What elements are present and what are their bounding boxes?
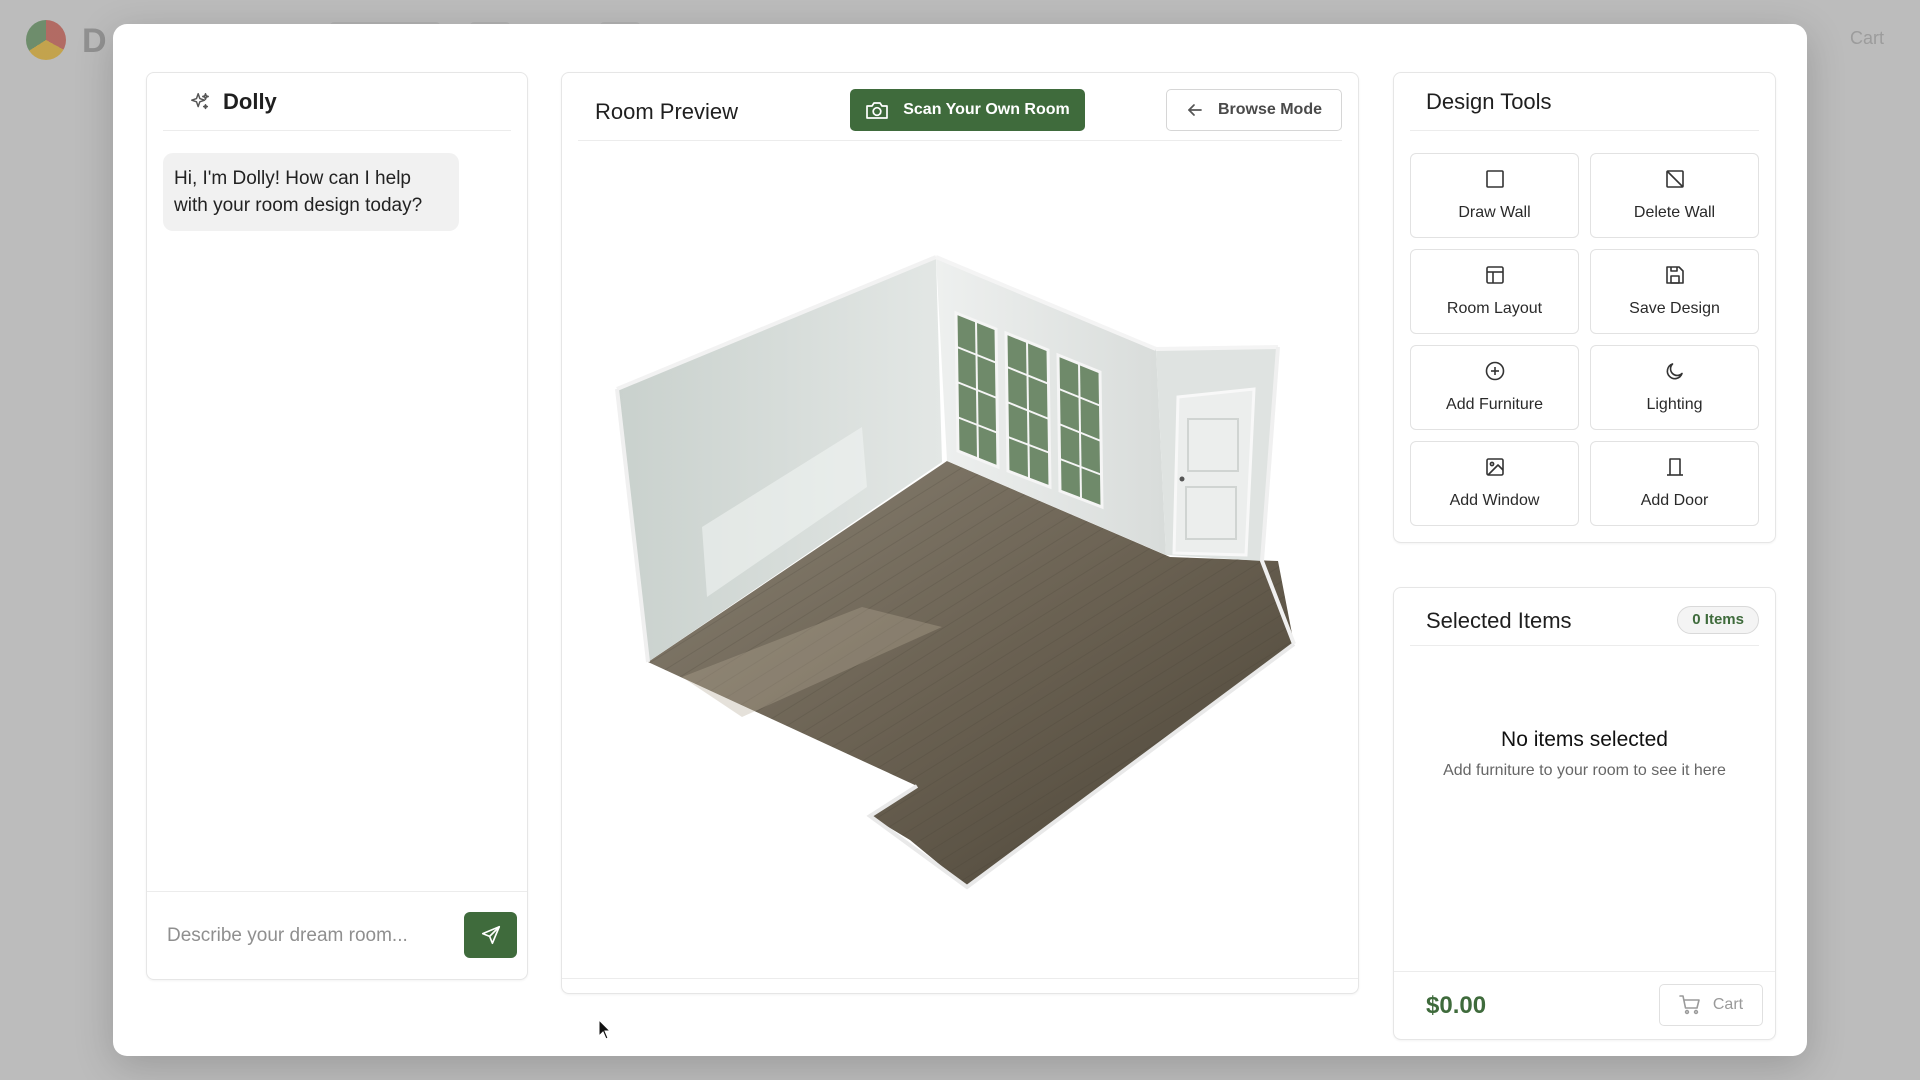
tools-header: Design Tools: [1410, 73, 1759, 131]
empty-state-subtitle: Add furniture to your room to see it her…: [1443, 762, 1726, 779]
image-icon: [1484, 456, 1506, 478]
moon-icon: [1664, 360, 1686, 382]
tool-label: Add Furniture: [1446, 396, 1543, 413]
sparkles-icon: [189, 91, 211, 113]
chat-header: Dolly: [163, 73, 511, 131]
room-render: [615, 255, 1296, 890]
chat-panel: Dolly Hi, I'm Dolly! How can I help with…: [146, 72, 528, 980]
preview-title: Room Preview: [595, 99, 739, 124]
camera-icon: [866, 102, 889, 119]
add-door-button[interactable]: Add Door: [1590, 441, 1759, 526]
scan-room-button[interactable]: Scan Your Own Room: [850, 89, 1085, 131]
empty-state-title: No items selected: [1501, 728, 1668, 751]
tool-label: Room Layout: [1446, 300, 1543, 317]
room-designer-modal: Dolly Hi, I'm Dolly! How can I help with…: [113, 24, 1807, 1056]
arrow-left-icon: [1188, 104, 1202, 116]
preview-header: Room Preview Scan Your Own Room Browse M…: [578, 73, 1342, 141]
draw-wall-button[interactable]: Draw Wall: [1410, 153, 1579, 238]
layout-icon: [1484, 264, 1506, 286]
selected-items-header: Selected Items 0 Items: [1410, 588, 1759, 646]
tool-label: Add Window: [1449, 492, 1540, 509]
room-layout-button[interactable]: Room Layout: [1410, 249, 1579, 334]
tool-label: Add Door: [1640, 492, 1709, 509]
cart-icon: [1679, 995, 1700, 1015]
square-icon: [1484, 168, 1506, 190]
selected-items-panel: Selected Items 0 Items No items selected…: [1393, 587, 1776, 1040]
cart-button[interactable]: Cart: [1659, 984, 1763, 1026]
tools-title: Design Tools: [1426, 88, 1552, 114]
square-slash-icon: [1664, 168, 1686, 190]
tool-label: Lighting: [1646, 396, 1703, 413]
send-button[interactable]: [464, 912, 517, 958]
browse-mode-label: Browse Mode: [1217, 101, 1322, 118]
send-icon: [481, 925, 500, 945]
add-furniture-button[interactable]: Add Furniture: [1410, 345, 1579, 430]
total-price: $0.00: [1426, 992, 1487, 1019]
items-count-badge: 0 Items: [1677, 606, 1759, 634]
tool-grid: Draw Wall Delete Wall Room Layout Save D…: [1410, 153, 1759, 526]
lighting-button[interactable]: Lighting: [1590, 345, 1759, 430]
room-preview-panel: Room Preview Scan Your Own Room Browse M…: [561, 72, 1359, 1040]
door-icon: [1664, 456, 1686, 478]
tool-label: Save Design: [1629, 300, 1720, 317]
assistant-message: Hi, I'm Dolly! How can I help with your …: [163, 153, 459, 231]
chat-input[interactable]: [167, 914, 457, 958]
delete-wall-button[interactable]: Delete Wall: [1590, 153, 1759, 238]
save-icon: [1664, 264, 1686, 286]
tool-label: Draw Wall: [1458, 204, 1531, 221]
browse-mode-button[interactable]: Browse Mode: [1166, 89, 1342, 131]
save-design-button[interactable]: Save Design: [1590, 249, 1759, 334]
scan-room-label: Scan Your Own Room: [903, 101, 1070, 118]
selected-items-title: Selected Items: [1426, 608, 1572, 633]
room-3d-canvas[interactable]: [562, 157, 1358, 1040]
cart-label: Cart: [1712, 996, 1744, 1013]
plus-circle-icon: [1484, 360, 1506, 382]
add-window-button[interactable]: Add Window: [1410, 441, 1579, 526]
tool-label: Delete Wall: [1633, 204, 1716, 221]
chat-title: Dolly: [223, 88, 277, 114]
selected-items-footer: $0.00 Cart: [1394, 971, 1775, 1039]
design-tools-panel: Design Tools Draw Wall Delete Wall Room …: [1393, 72, 1776, 543]
chat-input-row: [147, 891, 527, 979]
